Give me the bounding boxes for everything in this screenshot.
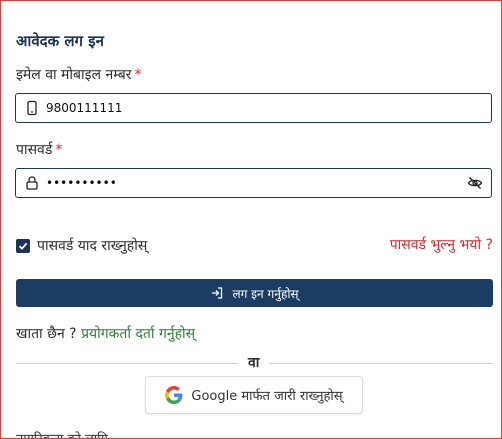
login-arrow-icon — [212, 287, 223, 299]
login-button[interactable]: लग इन गर्नुहोस् — [16, 279, 493, 307]
register-link[interactable]: प्रयोगकर्ता दर्ता गर्नुहोस् — [81, 326, 195, 342]
remember-label: पासवर्ड याद राख्नुहोस् — [37, 238, 148, 254]
required-mark: * — [134, 67, 142, 83]
no-account-text: खाता छैन ? — [16, 326, 77, 342]
cutoff-text: नागरिकता को लागि — [16, 429, 108, 438]
login-button-label: लग इन गर्नुहोस् — [232, 286, 299, 301]
email-input[interactable] — [46, 98, 446, 118]
password-input[interactable] — [46, 173, 446, 193]
google-logo-icon — [165, 386, 183, 404]
email-label-text: इमेल वा मोबाइल नम्बर — [16, 67, 132, 83]
password-label: पासवर्ड * — [16, 140, 62, 159]
remember-me[interactable]: पासवर्ड याद राख्नुहोस् — [16, 236, 147, 255]
google-button-label: Google मार्फत जारी राख्नुहोस् — [191, 389, 343, 404]
lock-icon — [24, 175, 40, 191]
login-card: आवेदक लग इन इमेल वा मोबाइल नम्बर* पासवर्… — [0, 0, 502, 439]
password-label-text: पासवर्ड — [16, 142, 53, 158]
forgot-password-link[interactable]: पासवर्ड भुल्नु भयो ? — [390, 235, 493, 254]
no-account-row: खाता छैन ? प्रयोगकर्ता दर्ता गर्नुहोस् — [16, 324, 195, 343]
required-mark: * — [55, 142, 63, 158]
password-field[interactable] — [15, 168, 492, 198]
email-label: इमेल वा मोबाइल नम्बर * — [16, 65, 142, 84]
form-title: आवेदक लग इन — [16, 32, 104, 50]
email-field[interactable] — [15, 93, 492, 123]
eye-off-icon[interactable] — [467, 175, 483, 191]
or-separator: वा — [238, 353, 270, 372]
remember-checkbox[interactable] — [16, 238, 30, 253]
google-signin-button[interactable]: Google मार्फत जारी राख्नुहोस् — [145, 376, 363, 414]
mobile-phone-icon — [24, 100, 40, 116]
